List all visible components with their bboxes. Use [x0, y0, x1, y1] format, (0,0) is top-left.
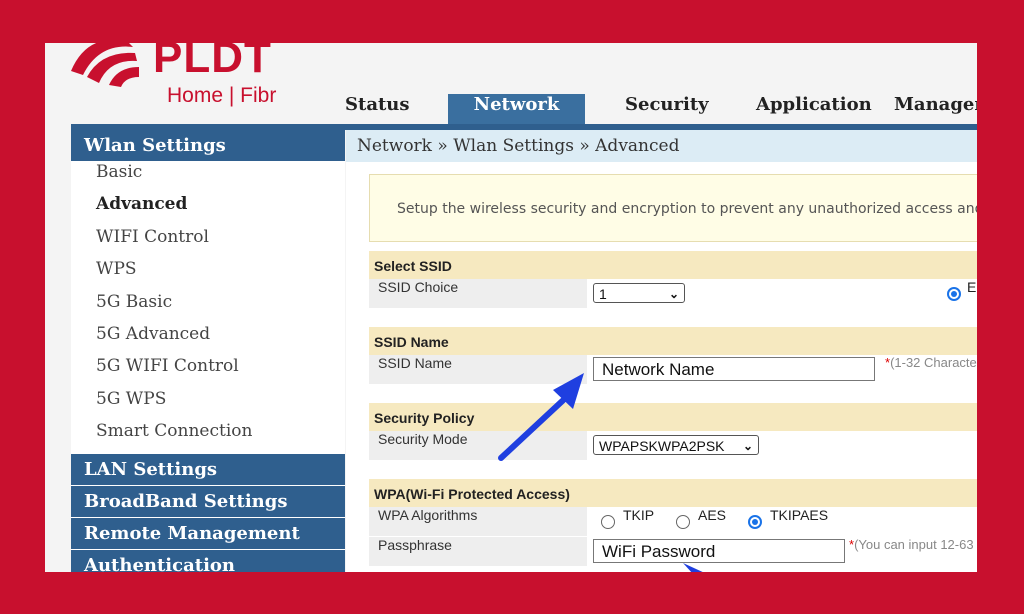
section-ssid-name: SSID Name	[369, 327, 977, 355]
security-mode-value: WPAPSKWPA2PSK	[599, 438, 725, 454]
security-mode-label: Security Mode	[378, 431, 468, 447]
pldt-logo-icon	[71, 43, 139, 87]
row-passphrase: Passphrase WiFi Password *(You can input…	[369, 537, 977, 567]
sidebar-item-wifi-control[interactable]: WIFI Control	[71, 227, 345, 259]
ssid-choice-cell: 1 ⌄ Enable	[587, 279, 977, 309]
passphrase-cell: WiFi Password *(You can input 12-63 char…	[587, 537, 977, 567]
section-security-policy: Security Policy	[369, 403, 977, 431]
security-mode-cell: WPAPSKWPA2PSK ⌄	[587, 431, 977, 461]
tab-security[interactable]: Security	[625, 94, 709, 124]
ssid-choice-label: SSID Choice	[378, 279, 459, 295]
passphrase-input[interactable]: WiFi Password	[593, 539, 845, 563]
row-ssid-choice: SSID Choice 1 ⌄ Enable	[369, 279, 977, 309]
tab-management[interactable]: Management	[894, 94, 977, 124]
chevron-down-icon: ⌄	[742, 439, 753, 453]
tkip-label: TKIP	[623, 507, 655, 523]
aes-label: AES	[698, 507, 727, 523]
wpa-algorithms-cell: TKIP AES TKIPAES	[587, 507, 977, 537]
section-select-ssid: Select SSID	[369, 251, 977, 279]
sidebar-section-lan-settings[interactable]: LAN Settings	[71, 453, 345, 486]
sidebar-section-authentication[interactable]: Authentication	[71, 549, 345, 572]
top-navigation: Status Network Security Application Mana…	[45, 94, 977, 124]
tkipaes-radio[interactable]	[748, 515, 762, 529]
ssid-choice-select[interactable]: 1 ⌄	[593, 283, 685, 303]
sidebar-section-broadband-settings[interactable]: BroadBand Settings	[71, 485, 345, 518]
wpa-algorithms-label: WPA Algorithms	[378, 507, 478, 523]
info-banner: Setup the wireless security and encrypti…	[369, 174, 977, 242]
ssid-choice-value: 1	[599, 286, 607, 302]
ssid-name-input[interactable]: Network Name	[593, 357, 875, 381]
tab-network[interactable]: Network	[448, 94, 585, 124]
row-wpa-algorithms: WPA Algorithms TKIP AES TKIPAES	[369, 507, 977, 537]
section-wpa: WPA(Wi-Fi Protected Access)	[369, 479, 977, 507]
ssid-name-label: SSID Name	[378, 355, 452, 371]
tkip-radio[interactable]	[601, 515, 615, 529]
sidebar-item-5g-wifi-control[interactable]: 5G WIFI Control	[71, 356, 345, 388]
ssid-name-hint: *(1-32 Characters)	[885, 355, 977, 370]
sidebar-item-smart-connection[interactable]: Smart Connection	[71, 421, 345, 453]
sidebar: Wlan Settings Basic Advanced WIFI Contro…	[71, 130, 345, 572]
brand-name: PLDT	[153, 43, 272, 82]
enable-radio[interactable]	[947, 287, 961, 301]
row-security-mode: Security Mode WPAPSKWPA2PSK ⌄	[369, 431, 977, 461]
enable-radio-label: Enable	[967, 279, 977, 295]
sidebar-section-wlan-settings[interactable]: Wlan Settings	[71, 130, 345, 162]
sidebar-item-5g-basic[interactable]: 5G Basic	[71, 292, 345, 324]
aes-radio[interactable]	[676, 515, 690, 529]
main-content: Network » Wlan Settings » Advanced Setup…	[346, 130, 977, 572]
sidebar-item-5g-wps[interactable]: 5G WPS	[71, 389, 345, 421]
tab-application[interactable]: Application	[756, 94, 872, 124]
row-ssid-name: SSID Name Network Name *(1-32 Characters…	[369, 355, 977, 385]
sidebar-item-advanced[interactable]: Advanced	[71, 194, 345, 226]
sidebar-item-5g-advanced[interactable]: 5G Advanced	[71, 324, 345, 356]
sidebar-item-wps[interactable]: WPS	[71, 259, 345, 291]
tkipaes-label: TKIPAES	[770, 507, 829, 523]
passphrase-label: Passphrase	[378, 537, 452, 553]
sidebar-section-remote-management[interactable]: Remote Management	[71, 517, 345, 550]
tab-status[interactable]: Status	[345, 94, 410, 124]
ssid-name-cell: Network Name *(1-32 Characters)	[587, 355, 977, 385]
breadcrumb: Network » Wlan Settings » Advanced	[346, 130, 977, 162]
chevron-down-icon: ⌄	[668, 287, 679, 301]
sidebar-item-basic[interactable]: Basic	[71, 162, 345, 194]
passphrase-hint: *(You can input 12-63 characters)	[849, 537, 977, 552]
security-mode-select[interactable]: WPAPSKWPA2PSK ⌄	[593, 435, 759, 455]
router-admin-screen: PLDT Home | Fibr Status Network Security…	[45, 43, 977, 572]
